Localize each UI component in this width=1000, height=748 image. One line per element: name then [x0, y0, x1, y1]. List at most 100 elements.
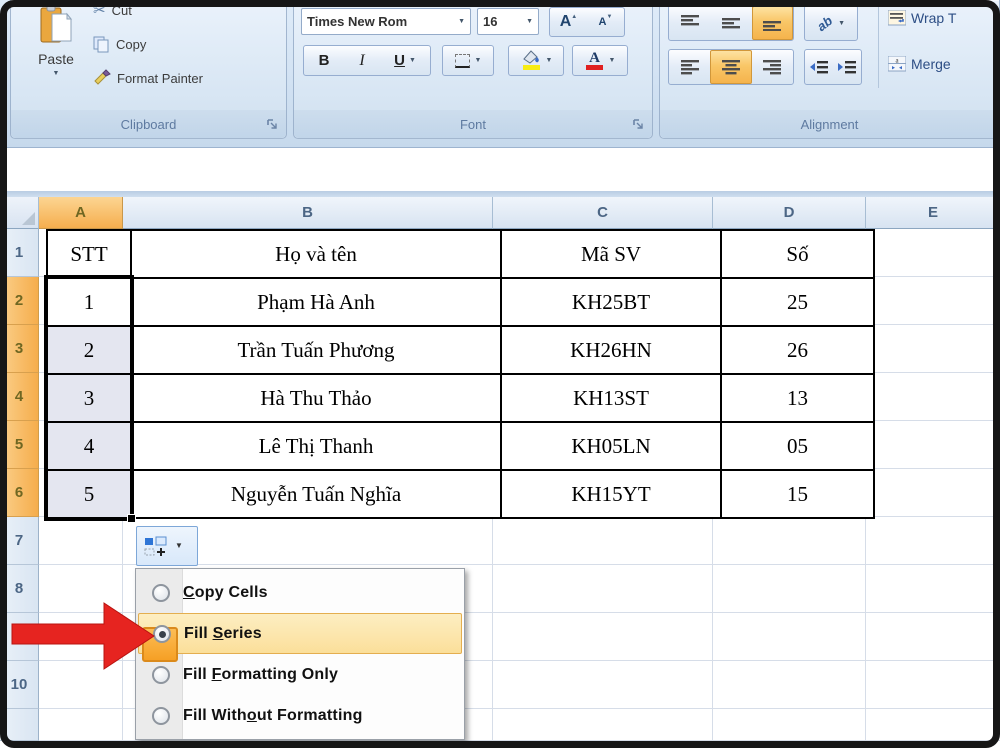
row-header-6[interactable]: 6 — [0, 469, 39, 517]
align-left-button[interactable] — [669, 50, 710, 84]
cell[interactable] — [493, 565, 713, 613]
font-color-button[interactable]: A ▼ — [572, 45, 628, 76]
cell[interactable] — [866, 661, 1000, 709]
cell[interactable] — [866, 613, 1000, 661]
cell-c5[interactable]: KH05LN — [502, 423, 722, 471]
cell[interactable] — [713, 709, 866, 741]
cell-c6[interactable]: KH15YT — [502, 471, 722, 519]
cell[interactable] — [493, 517, 713, 565]
column-header-d[interactable]: D — [713, 197, 866, 229]
autofill-options-button[interactable]: ▼ — [136, 526, 198, 566]
cell-b5[interactable]: Lê Thị Thanh — [132, 423, 502, 471]
decrease-indent-button[interactable] — [805, 50, 833, 84]
middle-align-button[interactable] — [710, 6, 751, 40]
font-size-combo[interactable]: 16 ▼ — [477, 8, 539, 35]
cell[interactable] — [713, 661, 866, 709]
align-right-button[interactable] — [752, 50, 793, 84]
cell-c4[interactable]: KH13ST — [502, 375, 722, 423]
cell[interactable] — [713, 517, 866, 565]
cell[interactable] — [866, 325, 1000, 373]
center-button[interactable] — [710, 50, 751, 84]
cell[interactable] — [866, 373, 1000, 421]
cell-c3[interactable]: KH26HN — [502, 327, 722, 375]
cell-d6[interactable]: 15 — [722, 471, 875, 519]
shrink-font-button[interactable]: A▼ — [587, 8, 624, 36]
cell-b3[interactable]: Trần Tuấn Phương — [132, 327, 502, 375]
cell-c2[interactable]: KH25BT — [502, 279, 722, 327]
grow-font-button[interactable]: A▲ — [550, 8, 587, 36]
cut-button[interactable]: ✂ Cut — [93, 0, 132, 22]
cell-b4[interactable]: Hà Thu Thảo — [132, 375, 502, 423]
copy-button[interactable]: Copy — [93, 32, 146, 56]
paste-button[interactable]: Paste ▼ — [25, 4, 87, 106]
cell[interactable] — [866, 421, 1000, 469]
fill-color-button[interactable]: ▼ — [508, 45, 564, 76]
column-header-e[interactable]: E — [866, 197, 1000, 229]
cell-d2[interactable]: 25 — [722, 279, 875, 327]
underline-button[interactable]: U▼ — [380, 46, 430, 75]
cell-d1[interactable]: Số — [722, 231, 875, 279]
cell[interactable] — [493, 613, 713, 661]
menu-item-fill-formatting-only[interactable]: Fill Formatting Only — [138, 654, 462, 695]
increase-indent-button[interactable] — [833, 50, 861, 84]
cell-b1[interactable]: Họ và tên — [132, 231, 502, 279]
formula-bar: A2 ▼ ƒx 1 — [0, 148, 1000, 191]
cell[interactable] — [493, 661, 713, 709]
cell[interactable] — [713, 613, 866, 661]
select-all-corner[interactable] — [0, 197, 39, 229]
format-painter-button[interactable]: Format Painter — [93, 66, 203, 90]
column-header-a[interactable]: A — [39, 197, 123, 229]
cell[interactable] — [866, 565, 1000, 613]
cell-d3[interactable]: 26 — [722, 327, 875, 375]
menu-item-fill-series[interactable]: Fill Series — [138, 613, 462, 654]
row-header-5[interactable]: 5 — [0, 421, 39, 469]
column-header-b[interactable]: B — [123, 197, 493, 229]
bold-button[interactable]: B — [304, 46, 344, 75]
cell[interactable] — [39, 709, 123, 741]
row-header-7[interactable]: 7 — [0, 517, 39, 565]
cell-a4[interactable]: 3 — [48, 375, 132, 423]
merge-center-button[interactable]: a Merge — [888, 56, 951, 72]
cell-b2[interactable]: Phạm Hà Anh — [132, 279, 502, 327]
cell-d4[interactable]: 13 — [722, 375, 875, 423]
row-header-11-partial[interactable] — [0, 709, 39, 741]
cell-a6[interactable]: 5 — [48, 471, 132, 519]
cell[interactable] — [493, 709, 713, 741]
cell-a1[interactable]: STT — [48, 231, 132, 279]
fill-handle[interactable] — [127, 514, 136, 523]
cell-a2[interactable]: 1 — [48, 279, 132, 327]
orientation-button[interactable]: ab▼ — [804, 5, 858, 41]
radio-fill-without-formatting[interactable] — [152, 707, 170, 725]
cell[interactable] — [866, 277, 1000, 325]
row-header-2[interactable]: 2 — [0, 277, 39, 325]
cell-a5[interactable]: 4 — [48, 423, 132, 471]
cell-d5[interactable]: 05 — [722, 423, 875, 471]
cell[interactable] — [866, 517, 1000, 565]
cell-b6[interactable]: Nguyễn Tuấn Nghĩa — [132, 471, 502, 519]
borders-button[interactable]: ▼ — [442, 45, 494, 76]
font-name-combo[interactable]: Times New Rom ▼ — [301, 8, 471, 35]
cell-a3[interactable]: 2 — [48, 327, 132, 375]
row-header-1[interactable]: 1 — [0, 229, 39, 277]
cell[interactable] — [713, 565, 866, 613]
cell[interactable] — [866, 709, 1000, 741]
column-header-c[interactable]: C — [493, 197, 713, 229]
italic-button[interactable]: I — [344, 46, 380, 75]
font-dialog-launcher-icon[interactable] — [632, 118, 645, 131]
wrap-text-button[interactable]: Wrap T — [888, 10, 956, 26]
row-header-4[interactable]: 4 — [0, 373, 39, 421]
cell-c1[interactable]: Mã SV — [502, 231, 722, 279]
bottom-align-button[interactable] — [752, 6, 793, 40]
menu-item-fill-without-formatting[interactable]: Fill Without Formatting — [138, 695, 462, 736]
menu-item-copy-cells[interactable]: Copy Cells — [138, 572, 462, 613]
autofill-dropdown-caret[interactable]: ▼ — [175, 542, 193, 550]
paste-dropdown-caret[interactable]: ▼ — [53, 70, 60, 77]
ribbon: Paste ▼ ✂ Cut Copy Format Painter — [0, 0, 1000, 148]
cell[interactable] — [866, 469, 1000, 517]
wrap-text-icon — [888, 10, 906, 26]
cell[interactable] — [866, 229, 1000, 277]
top-align-button[interactable] — [669, 6, 710, 40]
clipboard-dialog-launcher-icon[interactable] — [266, 118, 279, 131]
cell[interactable] — [39, 517, 123, 565]
row-header-3[interactable]: 3 — [0, 325, 39, 373]
